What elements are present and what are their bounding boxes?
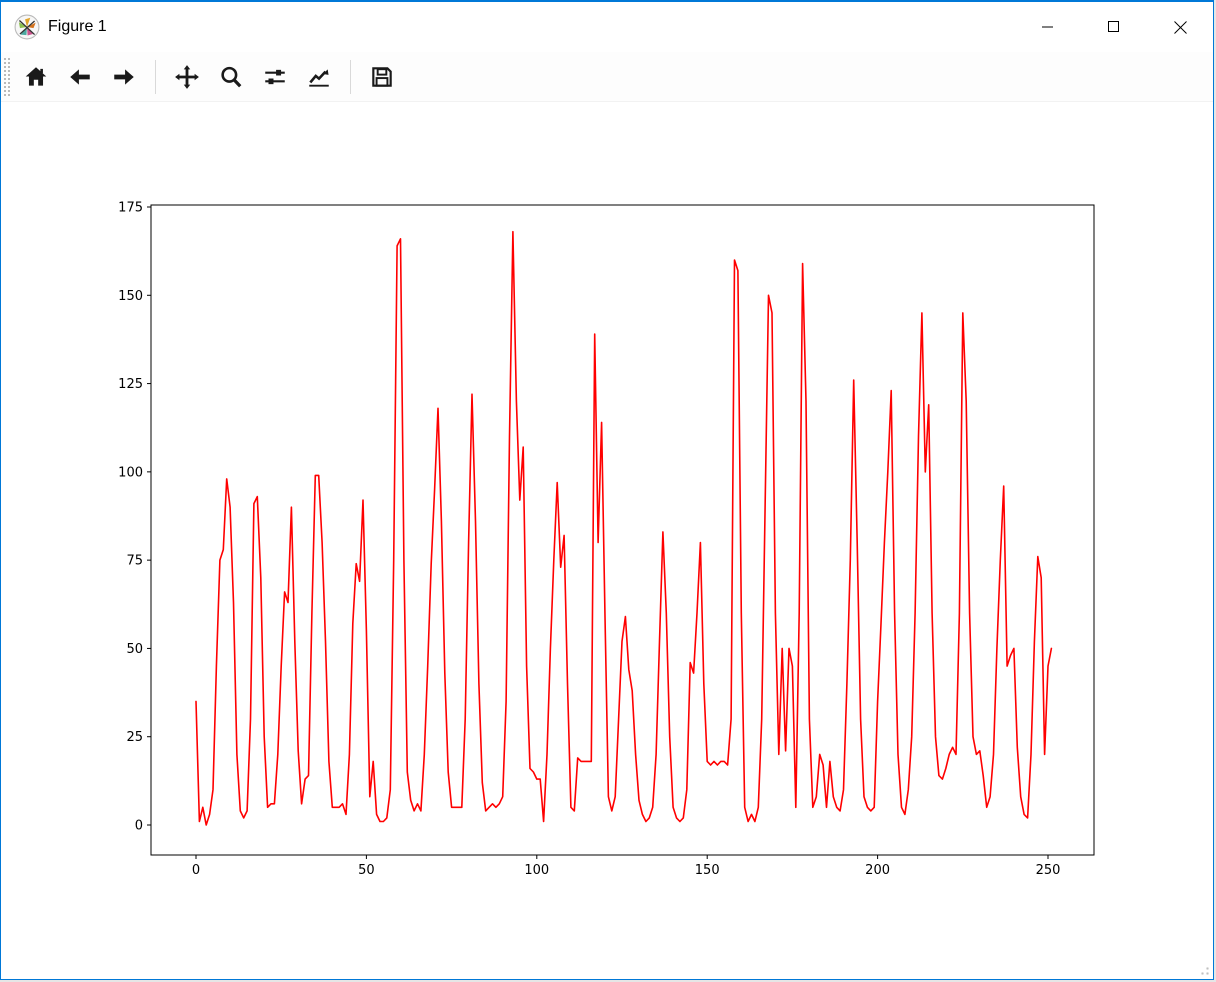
svg-text:75: 75 [126,554,143,569]
matplotlib-logo-icon [14,14,40,40]
back-button[interactable] [60,57,100,97]
forward-button[interactable] [104,57,144,97]
figure-window: Figure 1 [0,0,1214,980]
sliders-icon [262,64,288,90]
svg-text:0: 0 [192,863,200,878]
svg-text:250: 250 [1036,863,1061,878]
minimize-icon [1042,21,1054,33]
svg-text:125: 125 [118,377,143,392]
home-button[interactable] [16,57,56,97]
svg-text:200: 200 [865,863,890,878]
arrow-left-icon [67,64,93,90]
svg-text:150: 150 [695,863,720,878]
title-bar[interactable]: Figure 1 [1,2,1213,52]
home-icon [23,64,49,90]
window-title: Figure 1 [48,18,107,36]
toolbar-separator [350,60,351,94]
close-button[interactable] [1147,2,1213,52]
magnifier-icon [218,64,244,90]
save-button[interactable] [362,57,402,97]
navigation-toolbar [1,52,1213,102]
maximize-button[interactable] [1081,2,1147,52]
maximize-icon [1108,21,1120,33]
svg-text:175: 175 [118,201,143,216]
floppy-disk-icon [369,64,395,90]
zoom-button[interactable] [211,57,251,97]
minimize-button[interactable] [1015,2,1081,52]
toolbar-separator [155,60,156,94]
svg-text:100: 100 [118,465,143,480]
close-icon [1174,21,1187,34]
configure-subplots-button[interactable] [255,57,295,97]
svg-text:100: 100 [524,863,549,878]
svg-text:0: 0 [135,819,143,834]
line-plot: 0 50 100 150 200 250 0 25 50 75 100 125 150 175 [1,102,1214,980]
svg-text:25: 25 [126,730,143,745]
figure-canvas[interactable]: 0 50 100 150 200 250 0 25 50 75 100 125 150 175 [1,102,1214,980]
pan-button[interactable] [167,57,207,97]
line-chart-icon [306,64,332,90]
svg-text:50: 50 [126,642,143,657]
arrow-right-icon [111,64,137,90]
edit-axes-button[interactable] [299,57,339,97]
move-cross-icon [174,64,200,90]
svg-text:150: 150 [118,289,143,304]
toolbar-grip[interactable] [3,57,10,97]
svg-text:50: 50 [358,863,375,878]
